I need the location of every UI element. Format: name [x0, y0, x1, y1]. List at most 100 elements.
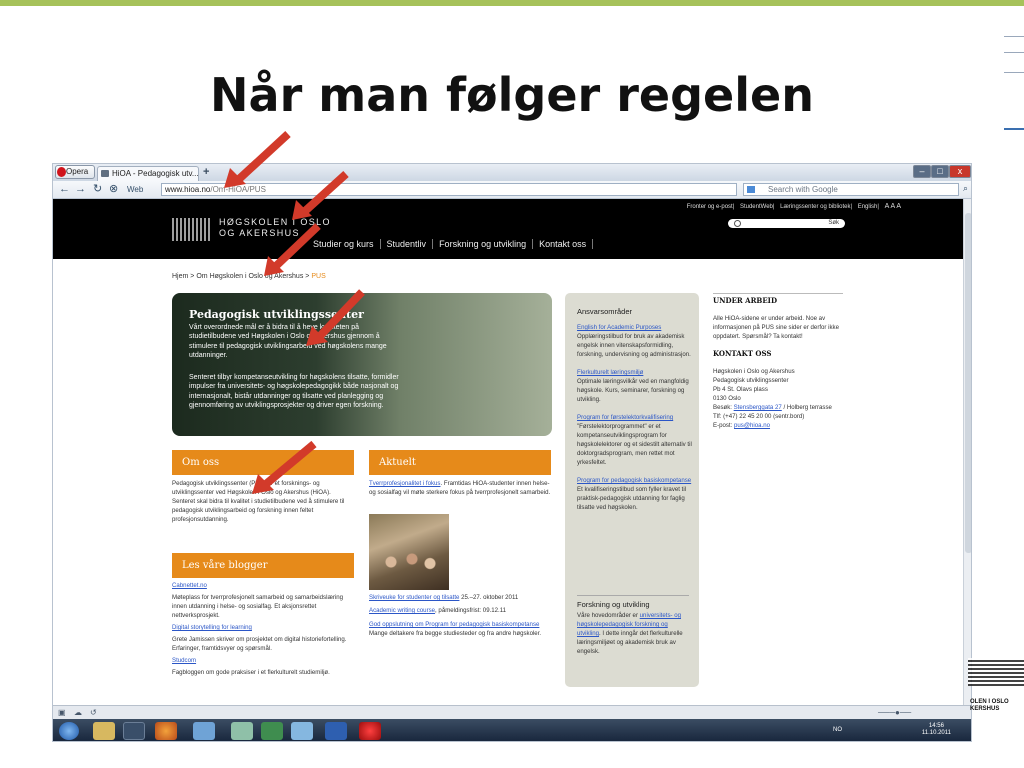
url-path: /Om-HiOA/PUS — [210, 185, 266, 194]
blog-link-2[interactable]: Digital storytelling for learning — [172, 623, 356, 632]
opera-taskbar-icon[interactable] — [359, 722, 381, 740]
folder-icon[interactable] — [231, 722, 253, 740]
scrollbar-thumb[interactable] — [965, 213, 971, 553]
browser-address-bar: ← → ↻ ⊗ Web www.hioa.no/Om-HiOA/PUS Sear… — [53, 181, 971, 199]
blog-link-1[interactable]: Cabnettet.no — [172, 581, 356, 590]
slide-accent-bar — [0, 0, 1024, 6]
top-link-english[interactable]: English — [858, 204, 878, 210]
email-link[interactable]: pus@hioa.no — [734, 422, 770, 429]
vertical-scrollbar[interactable] — [963, 199, 971, 727]
aktuelt-item-2: Skriveuke for studenter og tilsatte 25.–… — [369, 593, 553, 602]
kontakt-block: Høgskolen i Oslo og Akershus Pedagogisk … — [713, 367, 845, 430]
hioa-logo-icon[interactable] — [172, 218, 212, 241]
site-logo-text[interactable]: HØGSKOLEN I OSLO OG AKERSHUS — [219, 217, 331, 239]
aktuelt-link-3[interactable]: Academic writing course — [369, 607, 435, 614]
talk-icon[interactable] — [291, 722, 313, 740]
excel-icon[interactable] — [261, 722, 283, 740]
blog-text-2: Grete Jamissen skriver om prosjektet om … — [172, 636, 347, 652]
blogger-list: Cabnettet.no Møteplass for tverrprofesjo… — [172, 581, 356, 677]
site-search-input[interactable]: Søk — [728, 219, 845, 228]
kontakt-heading: KONTAKT OSS — [713, 349, 772, 358]
aktuelt-link-1[interactable]: Tverrprofesjonalitet i fokus — [369, 480, 440, 487]
taskbar-clock[interactable]: 14:56 11.10.2011 — [922, 723, 951, 737]
reload-icon[interactable]: ↻ — [93, 183, 102, 196]
search-input[interactable]: Search with Google — [743, 183, 959, 196]
nav-forskning[interactable]: Forskning og utvikling — [433, 239, 534, 249]
site-header: HØGSKOLEN I OSLO OG AKERSHUS Fronter og e… — [53, 199, 963, 259]
hero-paragraph-1: Vårt overordnede mål er å bidra til å he… — [189, 324, 387, 360]
browser-status-bar: ▣ ☁ ↺ ───●── — [53, 705, 971, 719]
corner-line-1: OLEN I OSLO — [970, 699, 1009, 705]
top-link-laeringssenter[interactable]: Læringssenter og bibliotek — [780, 204, 850, 210]
ansvar-panel: Ansvarsområder English for Academic Purp… — [565, 293, 699, 687]
aktuelt-link-4[interactable]: God oppslutning om Program for pedagogis… — [369, 621, 539, 628]
search-icon[interactable]: ⌕ — [963, 183, 968, 194]
maximize-button[interactable]: □ — [931, 165, 949, 178]
blog-link-3[interactable]: Studcom — [172, 656, 356, 665]
language-indicator[interactable]: NO — [833, 727, 842, 733]
close-button[interactable]: x — [949, 165, 971, 178]
nav-studentliv[interactable]: Studentliv — [380, 239, 434, 249]
news-photo[interactable] — [369, 514, 449, 590]
top-links: Fronter og e-post| StudentWeb| Læringsse… — [686, 203, 901, 210]
top-link-studentweb[interactable]: StudentWeb — [740, 204, 773, 210]
om-oss-text: Pedagogisk utviklingssenter (PUS) er et … — [172, 480, 345, 523]
back-icon[interactable]: ← — [59, 183, 70, 196]
panel-toggle-icon[interactable]: ▣ — [58, 708, 66, 717]
top-link-fronter[interactable]: Fronter og e-post — [687, 204, 733, 210]
ansvar-link-4[interactable]: Program for pedagogisk basiskompetanse — [577, 476, 693, 485]
minimize-button[interactable]: – — [913, 165, 931, 178]
nav-studier[interactable]: Studier og kurs — [307, 239, 381, 249]
clock-date: 11.10.2011 — [921, 730, 951, 736]
ansvar-link-2[interactable]: Flerkulturelt læringsmiljø — [577, 368, 693, 377]
aktuelt-link-2[interactable]: Skriveuke for studenter og tilsatte — [369, 594, 459, 601]
windows-start-icon[interactable] — [59, 722, 79, 740]
firefox-icon[interactable] — [155, 722, 177, 740]
opera-menu-button[interactable]: Opera — [55, 165, 95, 179]
crumb-pus: PUS — [311, 273, 326, 280]
aktuelt-text-2: 25.–27. oktober 2011 — [459, 594, 519, 601]
word-icon[interactable] — [325, 722, 347, 740]
url-host: www.hioa.no — [165, 185, 211, 194]
om-oss-heading: Om oss — [172, 450, 354, 475]
ansvar-link-1[interactable]: English for Academic Purposes — [577, 323, 693, 332]
site-search-button[interactable]: Søk — [828, 220, 839, 226]
crumb-home[interactable]: Hjem — [172, 273, 188, 280]
main-nav: Studier og kurs Studentliv Forskning og ut… — [307, 239, 594, 249]
hioa-corner-logo-icon — [968, 658, 1024, 686]
fou-text-before: Våre hovedområder er — [577, 612, 640, 619]
kontakt-besok: Besøk: Stensberggata 27 / Holberg terras… — [713, 403, 845, 412]
fou-heading: Forskning og utvikling — [577, 595, 689, 609]
cloud-icon[interactable]: ☁ — [74, 708, 82, 717]
hero-title: Pedagogisk utviklingssenter — [189, 308, 364, 321]
web-page: HØGSKOLEN I OSLO OG AKERSHUS Fronter og e… — [53, 199, 963, 727]
media-icon[interactable] — [123, 722, 145, 740]
kontakt-line-3: Pb 4 St. Olavs plass — [713, 386, 768, 393]
browser-tab[interactable]: HiOA - Pedagogisk utv... — [97, 166, 199, 181]
zoom-slider[interactable]: ───●── — [878, 708, 911, 717]
turbo-icon[interactable]: ↺ — [90, 708, 97, 717]
corner-line-2: KERSHUS — [970, 706, 1000, 712]
url-input[interactable]: www.hioa.no/Om-HiOA/PUS — [161, 183, 737, 196]
aktuelt-heading: Aktuelt — [369, 450, 551, 475]
font-size-control[interactable]: A A A — [885, 203, 901, 210]
nav-kontakt[interactable]: Kontakt oss — [533, 239, 594, 249]
aktuelt-item-3: Academic writing course, påmeldingsfrist… — [369, 606, 553, 615]
crumb-om-hioa[interactable]: Om Høgskolen i Oslo og Akershus — [196, 273, 303, 280]
blog-text-1: Møteplass for tverrprofesjonelt samarbei… — [172, 594, 344, 619]
ansvar-list: English for Academic Purposes Opplærings… — [577, 323, 693, 512]
key-icon[interactable]: ⊗ — [109, 183, 118, 196]
ansvar-link-3[interactable]: Program for førstelektorkvalifisering — [577, 413, 693, 422]
email-label: E-post: — [713, 422, 734, 429]
crumb-sep-1: > — [190, 273, 195, 280]
browser-screenshot: Opera HiOA - Pedagogisk utv... + – □ x ←… — [52, 163, 972, 742]
forward-icon[interactable]: → — [75, 183, 86, 196]
chat-icon[interactable] — [193, 722, 215, 740]
blogger-heading: Les våre blogger — [172, 553, 354, 578]
besok-link[interactable]: Stensberggata 27 — [734, 404, 782, 411]
aktuelt-item-1: Tverrprofesjonalitet i fokus. Framtidas … — [369, 479, 553, 497]
kontakt-email: E-post: pus@hioa.no — [713, 421, 845, 430]
explorer-icon[interactable] — [93, 722, 115, 740]
web-label: Web — [127, 185, 144, 194]
new-tab-button[interactable]: + — [203, 166, 209, 178]
